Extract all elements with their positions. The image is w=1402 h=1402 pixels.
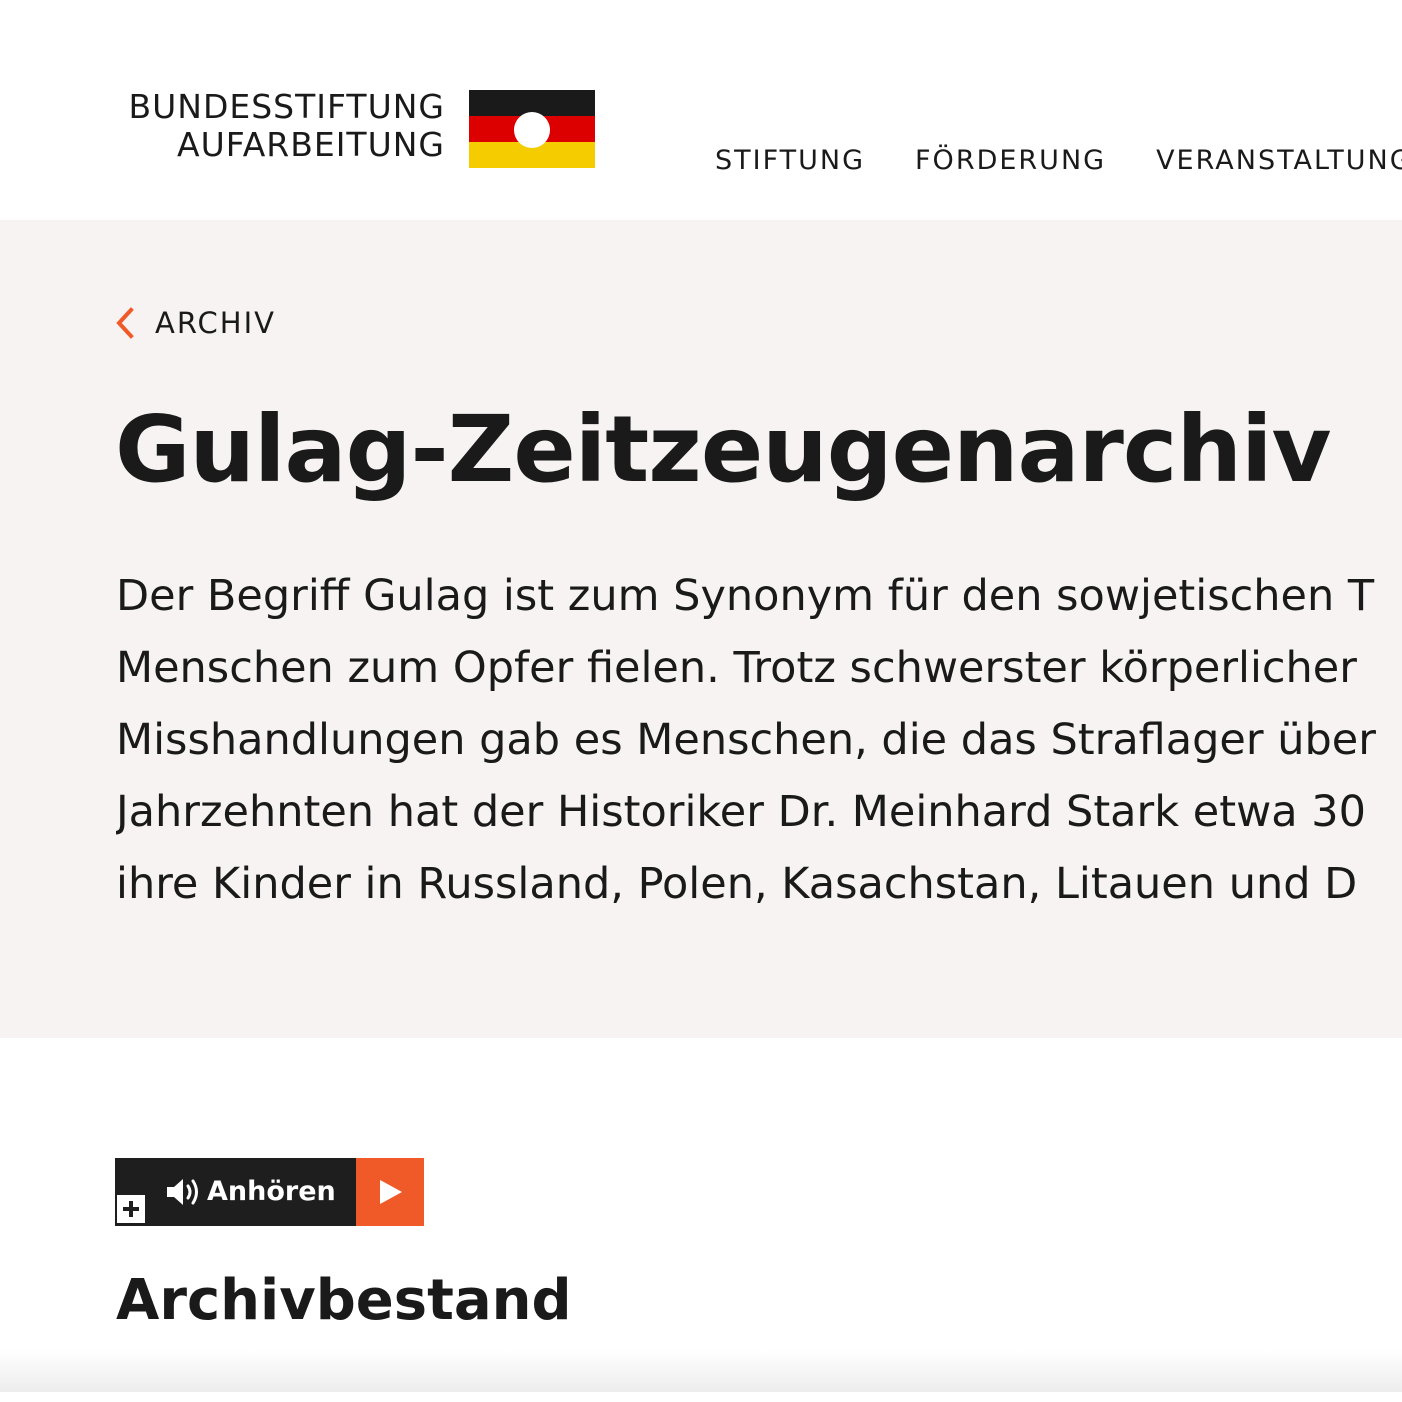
page: BUNDESSTIFTUNG AUFARBEITUNG STIFTUNG FÖRD…: [0, 0, 1402, 1402]
logo-line-1: BUNDESSTIFTUNG: [128, 87, 445, 126]
intro-line: Misshandlungen gab es Menschen, die das …: [116, 715, 1376, 765]
nav-item-veranstaltungen[interactable]: VERANSTALTUNGEN: [1156, 145, 1402, 176]
main-nav: STIFTUNG FÖRDERUNG VERANSTALTUNGEN: [715, 145, 1402, 176]
back-link-archiv[interactable]: ARCHIV: [115, 306, 276, 340]
flag-logo-icon: [469, 90, 595, 168]
play-icon: [380, 1180, 402, 1204]
section-heading-archivbestand: Archivbestand: [116, 1268, 572, 1333]
intro-line: Menschen zum Opfer fielen. Trotz schwers…: [116, 643, 1357, 693]
read-aloud-widget: Anhören: [115, 1158, 424, 1226]
nav-item-stiftung[interactable]: STIFTUNG: [715, 145, 865, 176]
logo-line-2: AUFARBEITUNG: [177, 125, 445, 164]
flag-hole: [514, 112, 550, 148]
chevron-left-icon: [116, 307, 134, 339]
intro-line: Jahrzehnten hat der Historiker Dr. Meinh…: [116, 787, 1367, 837]
speaker-icon: [167, 1179, 198, 1205]
scroll-shadow: [0, 1350, 1402, 1394]
expand-options-button[interactable]: [116, 1194, 146, 1224]
plus-icon: [123, 1201, 139, 1217]
intro-line: ihre Kinder in Russland, Polen, Kasachst…: [116, 859, 1358, 909]
back-link-label: ARCHIV: [155, 306, 276, 340]
hero-section: ARCHIV Gulag-Zeitzeugenarchiv Der Begrif…: [0, 220, 1402, 1038]
intro-paragraph: Der Begriff Gulag ist zum Synonym für de…: [116, 560, 1402, 920]
bottom-edge: [0, 1392, 1402, 1402]
logo-wordmark: BUNDESSTIFTUNG AUFARBEITUNG: [113, 88, 445, 164]
nav-item-foerderung[interactable]: FÖRDERUNG: [915, 145, 1106, 176]
site-header: BUNDESSTIFTUNG AUFARBEITUNG STIFTUNG FÖRD…: [0, 0, 1402, 220]
page-title: Gulag-Zeitzeugenarchiv: [115, 396, 1331, 503]
play-button[interactable]: [356, 1158, 424, 1226]
listen-button[interactable]: Anhören: [115, 1158, 356, 1226]
listen-label: Anhören: [207, 1176, 336, 1207]
intro-line: Der Begriff Gulag ist zum Synonym für de…: [116, 571, 1375, 621]
